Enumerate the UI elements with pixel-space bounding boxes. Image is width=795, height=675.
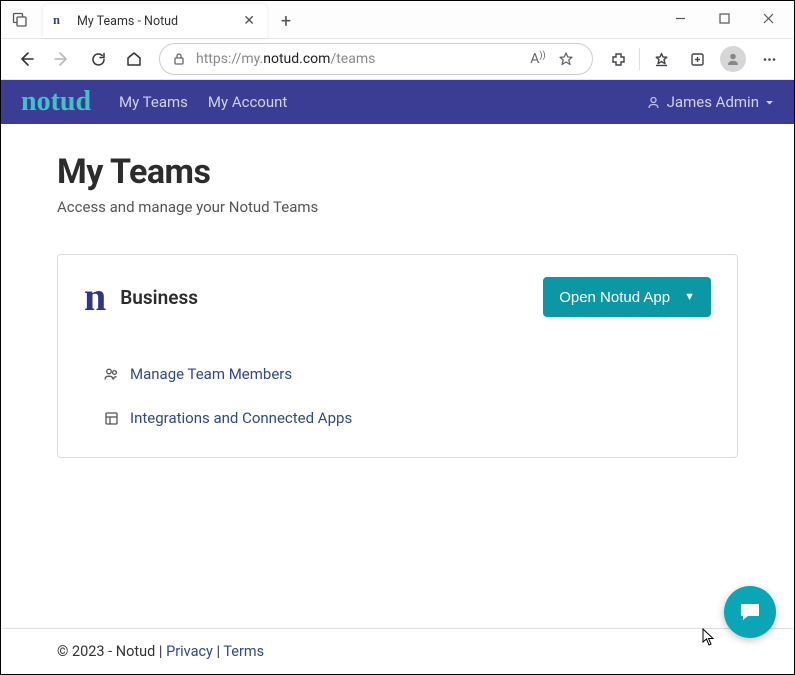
url-path: /teams [330, 51, 375, 67]
manage-members-label: Manage Team Members [130, 365, 292, 383]
back-button[interactable] [9, 42, 43, 76]
home-button[interactable] [117, 42, 151, 76]
people-icon [102, 366, 120, 383]
page-viewport: notud My Teams My Account James Admin My… [1, 80, 794, 674]
window-close-button[interactable] [746, 3, 790, 33]
window-controls [658, 3, 790, 33]
page-footer: © 2023 - Notud | Privacy | Terms [1, 628, 794, 674]
team-card: n Business Open Notud App ▼ Manage Team … [57, 254, 738, 458]
nav-my-account[interactable]: My Account [208, 93, 287, 111]
browser-toolbar: https://my.notud.com/teams A)) [1, 39, 794, 80]
url-subdomain: my. [241, 51, 263, 67]
browser-tab[interactable]: n My Teams - Notud ✕ [43, 4, 267, 38]
manage-team-members-link[interactable]: Manage Team Members [102, 365, 711, 383]
forward-button[interactable] [45, 42, 79, 76]
team-card-header: n Business Open Notud App ▼ [84, 277, 711, 317]
content-area: My Teams Access and manage your Notud Te… [1, 124, 794, 628]
open-notud-app-button[interactable]: Open Notud App ▼ [543, 277, 711, 317]
nav-my-teams[interactable]: My Teams [119, 93, 188, 111]
user-name: James Admin [667, 93, 759, 111]
brand-logo[interactable]: notud [21, 88, 91, 116]
favorite-icon[interactable] [552, 51, 580, 67]
url-scheme: https:// [196, 51, 241, 67]
read-aloud-icon[interactable]: A)) [524, 51, 552, 67]
caret-down-icon: ▼ [684, 291, 695, 303]
team-identity: n Business [84, 277, 198, 317]
refresh-button[interactable] [81, 42, 115, 76]
lock-icon [172, 52, 186, 66]
chat-widget-button[interactable] [724, 586, 776, 638]
tab-favicon: n [53, 13, 69, 29]
page-subtitle: Access and manage your Notud Teams [57, 198, 738, 216]
team-links: Manage Team Members Integrations and Con… [84, 365, 711, 427]
window-maximize-button[interactable] [702, 3, 746, 33]
new-tab-button[interactable]: + [271, 6, 301, 36]
tab-close-button[interactable]: ✕ [241, 13, 257, 29]
integrations-link[interactable]: Integrations and Connected Apps [102, 409, 711, 427]
open-app-label: Open Notud App [559, 289, 670, 306]
integrations-label: Integrations and Connected Apps [130, 409, 352, 427]
favorites-button[interactable] [644, 42, 678, 76]
profile-button[interactable] [716, 42, 750, 76]
window-minimize-button[interactable] [658, 3, 702, 33]
footer-privacy-link[interactable]: Privacy [166, 643, 213, 660]
footer-copyright: © 2023 - Notud | [57, 643, 166, 660]
grid-icon [102, 411, 120, 426]
footer-separator: | [213, 643, 223, 660]
footer-terms-link[interactable]: Terms [223, 643, 264, 660]
chevron-down-icon [765, 98, 774, 107]
tab-title: My Teams - Notud [77, 14, 241, 29]
page-title: My Teams [57, 152, 738, 192]
user-icon [646, 95, 661, 110]
user-menu[interactable]: James Admin [646, 93, 774, 111]
extensions-button[interactable] [601, 42, 635, 76]
url-host: notud.com [263, 51, 330, 67]
team-name: Business [120, 286, 198, 309]
tab-actions-button[interactable] [3, 2, 37, 36]
team-icon: n [84, 277, 106, 317]
window-titlebar: n My Teams - Notud ✕ + [1, 1, 794, 39]
collections-button[interactable] [680, 42, 714, 76]
toolbar-divider [639, 48, 640, 70]
address-bar[interactable]: https://my.notud.com/teams A)) [159, 43, 593, 75]
more-button[interactable] [752, 42, 786, 76]
app-navbar: notud My Teams My Account James Admin [1, 80, 794, 124]
